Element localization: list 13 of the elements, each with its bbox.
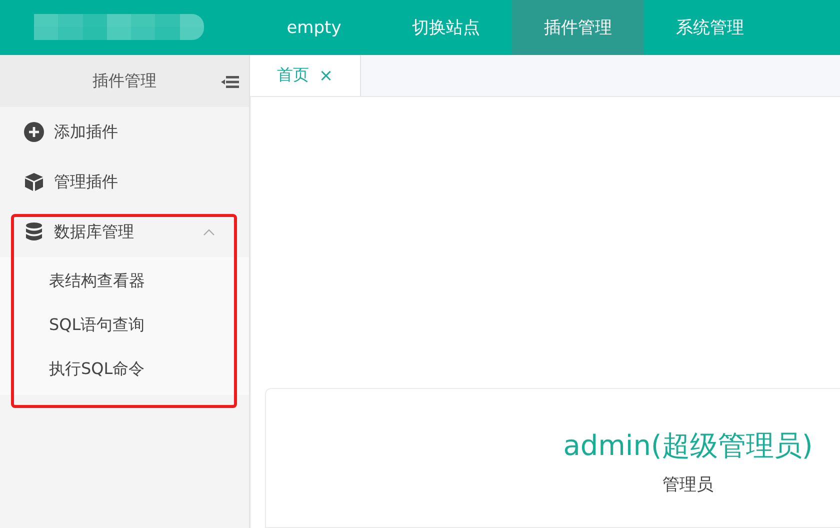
collapse-menu-icon[interactable] xyxy=(221,75,239,89)
submenu-item[interactable]: SQL语句查询 xyxy=(0,303,249,347)
plus-circle-icon xyxy=(24,122,44,142)
user-name: admin(超级管理员) xyxy=(563,428,813,464)
sidebar-menu-item[interactable]: 添加插件 xyxy=(0,107,249,157)
sidebar-title: 插件管理 xyxy=(92,70,156,92)
sidebar-menu-item[interactable]: 数据库管理 xyxy=(0,207,249,257)
user-role: 管理员 xyxy=(662,474,714,496)
database-icon xyxy=(24,222,44,242)
cube-icon xyxy=(24,172,44,192)
sidebar-menu-item[interactable]: 管理插件 xyxy=(0,157,249,207)
submenu-item[interactable]: 表结构查看器 xyxy=(0,259,249,303)
submenu-item[interactable]: 执行SQL命令 xyxy=(0,347,249,391)
